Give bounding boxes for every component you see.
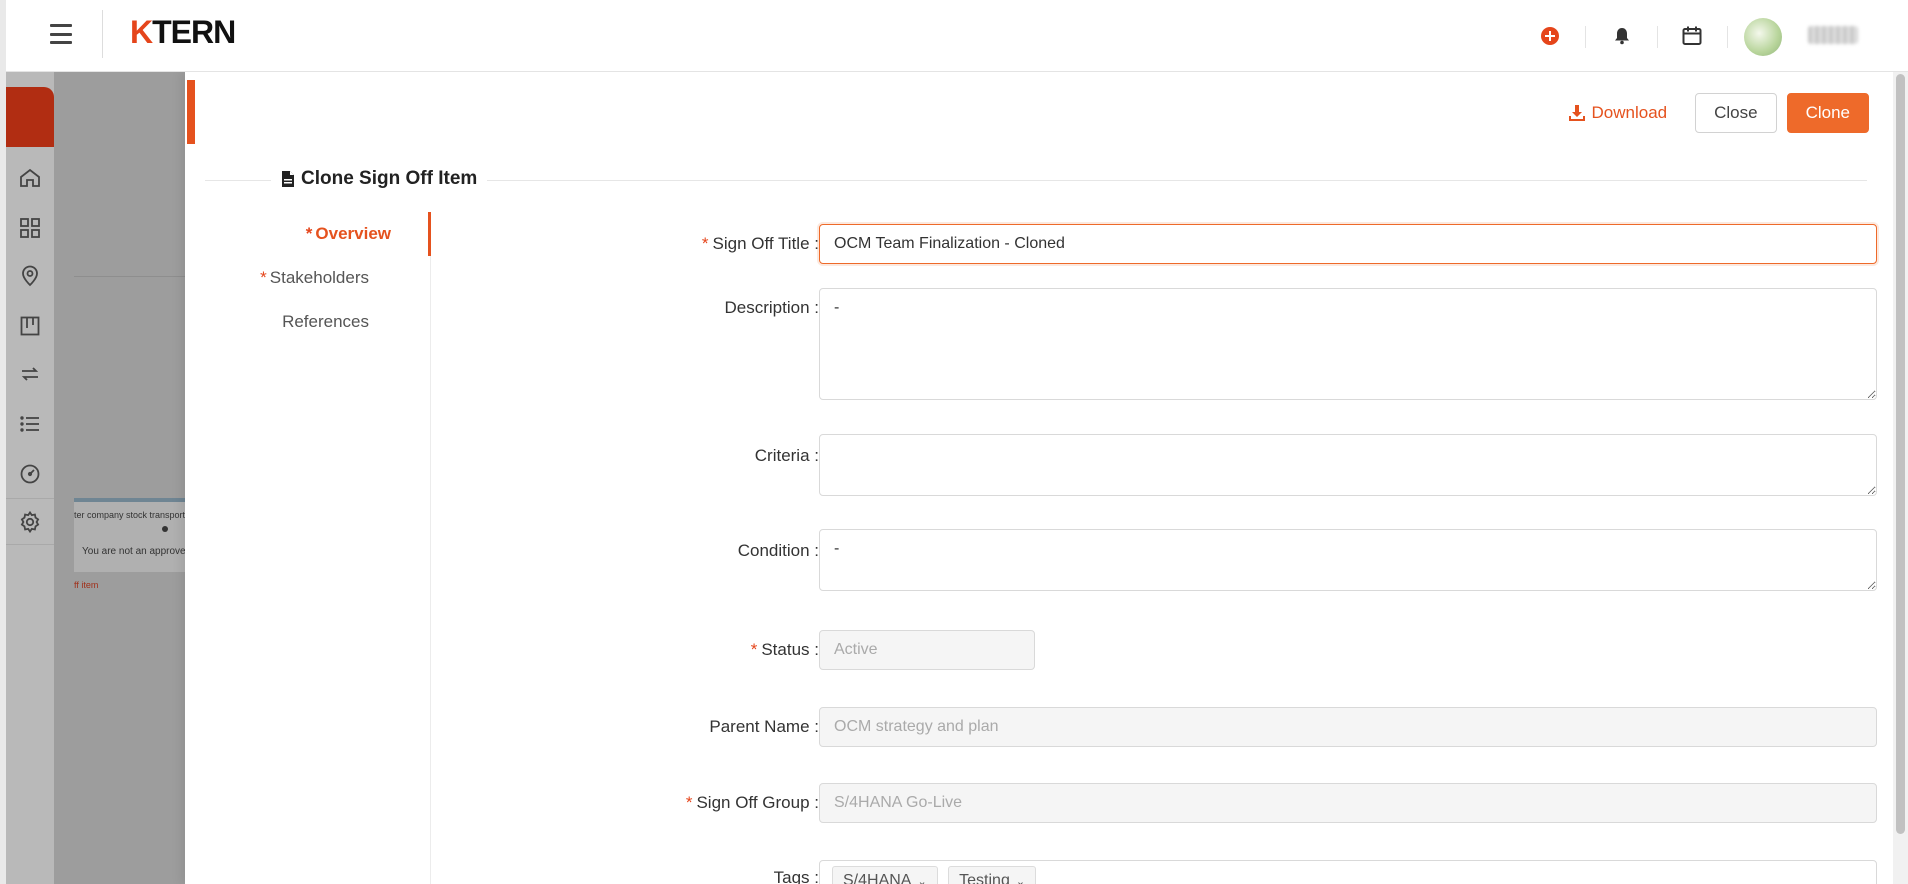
criteria-label: Criteria : xyxy=(754,446,819,465)
tag-chip[interactable]: Testing ⌄ xyxy=(948,866,1037,884)
avatar[interactable] xyxy=(1744,18,1782,56)
description-label: Description : xyxy=(724,298,820,317)
tags-select[interactable]: S/4HANA ⌄ Testing ⌄ xyxy=(819,860,1877,884)
grid-icon[interactable] xyxy=(14,212,46,244)
sign-off-group-input xyxy=(819,783,1877,823)
calendar-icon[interactable] xyxy=(1678,22,1706,50)
dashboard-icon[interactable] xyxy=(14,458,46,490)
tags-label: Tags : xyxy=(773,868,819,884)
sidebar-brand-tab xyxy=(6,87,54,147)
sign-off-title-label: * Sign Off Title : xyxy=(701,234,819,253)
user-name-blurred[interactable] xyxy=(1808,26,1858,44)
settings-icon[interactable] xyxy=(14,506,46,538)
drawer-accent-bar xyxy=(187,80,195,144)
board-icon[interactable] xyxy=(14,310,46,342)
nav-overview[interactable]: * Overview xyxy=(306,224,391,244)
drawer-scrollbar[interactable] xyxy=(1893,72,1908,884)
nav-references[interactable]: References xyxy=(282,312,369,332)
clone-sign-off-drawer: Download Close Clone Clone Sign Off Item… xyxy=(185,72,1893,884)
chevron-down-icon: ⌄ xyxy=(1015,875,1026,884)
status-label: * Status : xyxy=(750,640,819,659)
home-icon[interactable] xyxy=(14,162,46,194)
download-button[interactable]: Download xyxy=(1550,94,1686,132)
left-sidebar xyxy=(6,72,54,884)
transfer-icon[interactable] xyxy=(14,358,46,390)
criteria-textarea[interactable] xyxy=(819,434,1877,496)
menu-icon[interactable] xyxy=(47,22,75,46)
location-icon[interactable] xyxy=(14,260,46,292)
add-circle-icon[interactable] xyxy=(1536,22,1564,50)
top-header: KTERN xyxy=(6,0,1908,72)
condition-textarea[interactable]: - xyxy=(819,529,1877,591)
status-input xyxy=(819,630,1035,670)
drawer-actions: Download Close Clone xyxy=(1550,93,1869,133)
ktern-logo[interactable]: KTERN xyxy=(130,14,236,51)
condition-label: Condition : xyxy=(737,541,819,560)
description-textarea[interactable]: - xyxy=(819,288,1877,400)
tag-chip[interactable]: S/4HANA ⌄ xyxy=(832,866,938,884)
list-icon[interactable] xyxy=(14,408,46,440)
background-page: ter company stock transport You are not … xyxy=(54,72,194,884)
document-icon xyxy=(282,171,294,187)
page-title: Clone Sign Off Item xyxy=(271,168,488,190)
bell-icon[interactable] xyxy=(1608,22,1636,50)
header-divider xyxy=(102,10,103,58)
sign-off-title-input[interactable] xyxy=(819,224,1877,264)
background-card: ter company stock transport You are not … xyxy=(74,498,194,572)
chevron-down-icon: ⌄ xyxy=(917,875,927,884)
background-link: ff item xyxy=(74,580,99,590)
parent-name-input xyxy=(819,707,1877,747)
download-icon xyxy=(1568,105,1585,121)
close-button[interactable]: Close xyxy=(1695,93,1777,133)
section-title-bar: Clone Sign Off Item xyxy=(205,168,1867,192)
nav-stakeholders[interactable]: * Stakeholders xyxy=(260,268,369,288)
parent-name-label: Parent Name : xyxy=(709,717,819,736)
anchor-nav: * Overview * Stakeholders References xyxy=(185,212,433,884)
sign-off-group-label: * Sign Off Group : xyxy=(685,793,819,812)
clone-button[interactable]: Clone xyxy=(1786,93,1869,133)
